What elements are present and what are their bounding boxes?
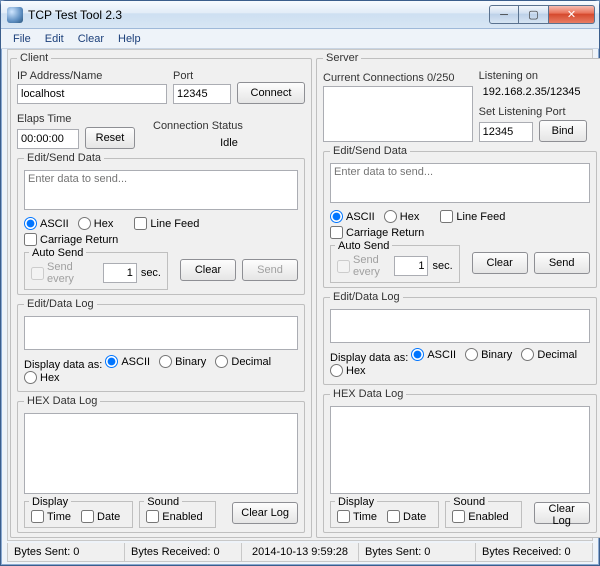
server-send-textarea[interactable] [330,163,590,203]
client-date-check[interactable] [81,510,94,523]
menu-file[interactable]: File [7,31,37,47]
server-lf-check[interactable] [440,210,453,223]
listening-label: Listening on [479,70,597,82]
server-disp-binary[interactable] [465,348,478,361]
port-input[interactable] [173,84,231,104]
server-hex-radio[interactable] [384,210,397,223]
server-clearlog-button[interactable]: Clear Log [534,502,590,524]
client-disp-binary[interactable] [159,355,172,368]
client-autosend-value[interactable] [103,263,137,283]
server-hex-log: HEX Data Log Display Time Date Sound Ena… [323,388,597,533]
server-ascii-radio[interactable] [330,210,343,223]
client-disp-decimal[interactable] [215,355,228,368]
server-autosend-value[interactable] [394,256,428,276]
client-hexlog-list[interactable] [24,413,298,494]
window-title: TCP Test Tool 2.3 [28,8,489,22]
status-bytes-sent-right: Bytes Sent: 0 [358,543,475,561]
server-sound-group: Sound Enabled [445,501,521,528]
app-window: TCP Test Tool 2.3 ─ ▢ ✕ File Edit Clear … [0,0,600,566]
client-hex-log: HEX Data Log Display Time Date Sound Ena… [17,395,305,533]
server-disp-ascii[interactable] [411,348,424,361]
server-hexlog-list[interactable] [330,406,590,494]
connect-button[interactable]: Connect [237,82,305,104]
statusbar: Bytes Sent: 0 Bytes Received: 0 2014-10-… [7,543,593,562]
client-time-check[interactable] [31,510,44,523]
client-sound-check[interactable] [146,510,159,523]
ip-label: IP Address/Name [17,70,167,82]
client-panel: Client IP Address/Name Port Connect Elap… [10,52,312,538]
maximize-button[interactable]: ▢ [519,5,549,24]
curr-conn-label: Current Connections 0/250 [323,72,473,84]
server-legend: Server [323,52,361,64]
client-disp-ascii[interactable] [105,355,118,368]
client-sendevery-check [31,267,44,280]
server-date-check[interactable] [387,510,400,523]
server-sound-check[interactable] [452,510,465,523]
client-autosend-group: Auto Send Send every sec. [24,252,168,290]
server-disp-hex[interactable] [330,364,343,377]
server-send-button[interactable]: Send [534,252,590,274]
ip-input[interactable] [17,84,167,104]
client-display-group: Display Time Date [24,501,133,528]
close-button[interactable]: ✕ [549,5,595,24]
client-send-textarea[interactable] [24,170,298,210]
status-bytes-recv-left: Bytes Received: 0 [124,543,241,561]
server-disp-decimal[interactable] [521,348,534,361]
server-display-group: Display Time Date [330,501,439,528]
conn-status-label: Connection Status [153,120,305,132]
client-clear-send-button[interactable]: Clear [180,259,236,281]
server-time-check[interactable] [337,510,350,523]
status-bytes-recv-right: Bytes Received: 0 [475,543,592,561]
client-legend: Client [17,52,51,64]
server-autosend-group: Auto Send Send every sec. [330,245,460,283]
elapsed-label: Elaps Time [17,113,147,125]
client-cr-check[interactable] [24,233,37,246]
menu-help[interactable]: Help [112,31,147,47]
set-port-label: Set Listening Port [479,106,597,118]
client-send-button: Send [242,259,298,281]
menu-edit[interactable]: Edit [39,31,70,47]
connections-list[interactable] [323,86,473,142]
menu-clear[interactable]: Clear [72,31,110,47]
server-edit-send: Edit/Send Data ASCII Hex Line Feed Carri… [323,145,597,288]
client-sound-group: Sound Enabled [139,501,215,528]
client-data-log: Edit/Data Log Display data as: ASCII Bin… [17,298,305,392]
server-data-log: Edit/Data Log Display data as: ASCII Bin… [323,291,597,385]
client-disp-hex[interactable] [24,371,37,384]
app-icon [7,7,23,23]
status-timestamp: 2014-10-13 9:59:28 [241,543,358,561]
server-panel: Server Current Connections 0/250 Listeni… [316,52,600,538]
client-datalog-list[interactable] [24,316,298,350]
content-area: Client IP Address/Name Port Connect Elap… [7,49,593,541]
server-sendevery-check [337,260,350,273]
status-bytes-sent-left: Bytes Sent: 0 [8,543,124,561]
listening-value: 192.168.2.35/12345 [479,84,597,104]
client-lf-check[interactable] [134,217,147,230]
titlebar[interactable]: TCP Test Tool 2.3 ─ ▢ ✕ [1,1,599,29]
reset-button[interactable]: Reset [85,127,135,149]
minimize-button[interactable]: ─ [489,5,519,24]
server-datalog-list[interactable] [330,309,590,343]
port-label: Port [173,70,231,82]
conn-status-value: Idle [153,134,305,149]
client-ascii-radio[interactable] [24,217,37,230]
client-edit-send: Edit/Send Data ASCII Hex Line Feed Carri… [17,152,305,295]
server-cr-check[interactable] [330,226,343,239]
elapsed-display [17,129,79,149]
set-port-input[interactable] [479,122,533,142]
server-clear-send-button[interactable]: Clear [472,252,528,274]
client-clearlog-button[interactable]: Clear Log [232,502,298,524]
client-hex-radio[interactable] [78,217,91,230]
menubar: File Edit Clear Help [1,29,599,49]
bind-button[interactable]: Bind [539,120,587,142]
